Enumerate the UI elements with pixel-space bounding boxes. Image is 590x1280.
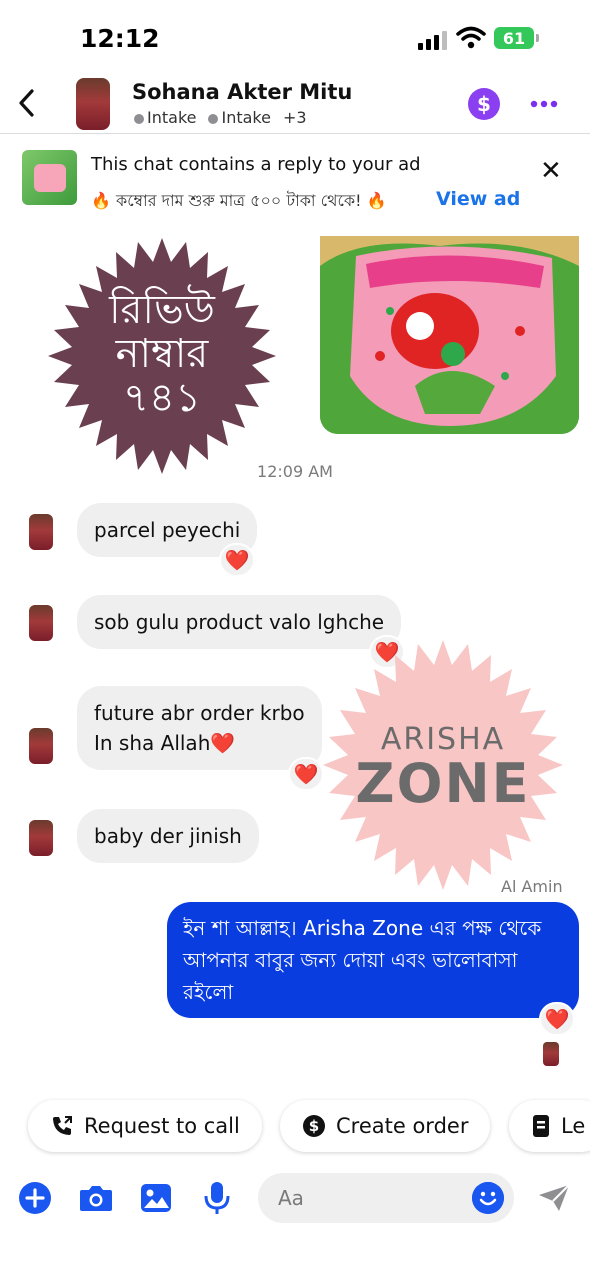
sender-avatar[interactable] [29,514,53,550]
message-bubble-incoming[interactable]: future abr order krbo In sha Allah❤️ [77,686,322,770]
message-timestamp: 12:09 AM [257,462,333,481]
contact-labels[interactable]: Intake Intake +3 [134,108,307,127]
dollar-circle-icon: $ [303,1115,325,1137]
sender-avatar[interactable] [29,728,53,764]
heart-reaction[interactable]: ❤️ [539,1002,575,1036]
label-dot-icon [134,113,144,124]
document-icon [533,1115,549,1137]
cellular-signal-icon [418,31,447,50]
heart-reaction[interactable]: ❤️ [288,757,324,791]
sender-avatar[interactable] [29,820,53,856]
create-order-button[interactable]: $ Create order [280,1100,491,1152]
label-dot-icon [208,113,219,124]
microphone-icon[interactable] [199,1180,235,1216]
status-time: 12:12 [80,24,160,53]
ad-thumbnail[interactable] [22,150,77,205]
gallery-icon[interactable] [138,1180,174,1216]
message-bubble-outgoing[interactable]: ইন শা আল্লাহ। Arisha Zone এর পক্ষ থেকে আ… [167,902,579,1018]
message-bubble-incoming[interactable]: baby der jinish [77,809,259,863]
battery-indicator: 61 [494,27,539,49]
heart-reaction[interactable]: ❤️ [219,543,255,577]
quick-actions-bar: Request to call $ Create order Le [0,1100,590,1154]
lead-form-button[interactable]: Le [509,1100,590,1152]
watermark-line2: ZONE [355,752,531,815]
status-bar: 12:12 61 [0,0,590,70]
sender-avatar[interactable] [29,605,53,641]
contact-avatar[interactable] [76,78,110,130]
ad-banner-title: This chat contains a reply to your ad [91,154,421,175]
extra-labels-count: +3 [282,108,307,127]
plus-icon[interactable] [17,1180,53,1216]
close-icon[interactable]: ✕ [540,156,562,186]
label-tag: Intake [208,108,271,127]
send-icon[interactable] [536,1180,572,1216]
svg-text:$: $ [309,1117,319,1135]
view-ad-link[interactable]: View ad [436,188,520,210]
read-receipt-avatar [543,1042,559,1066]
sender-name: Al Amin [501,877,563,896]
camera-icon[interactable] [78,1180,114,1216]
label-tag: Intake [134,108,196,127]
contact-name[interactable]: Sohana Akter Mitu [132,80,352,104]
message-composer [0,1170,590,1226]
emoji-icon[interactable] [472,1182,504,1214]
ad-banner-subtitle: 🔥 কম্বোর দাম শুরু মাত্র ৫০০ টাকা থেকে! 🔥 [91,191,387,210]
wifi-icon [456,26,486,49]
back-arrow-icon[interactable] [14,86,42,120]
review-badge-text: রিভিউ নাম্বার ৭৪১ [109,287,215,421]
product-photo[interactable] [320,236,579,434]
phone-icon [53,1116,72,1135]
request-to-call-button[interactable]: Request to call [28,1100,262,1152]
more-options-icon[interactable] [530,90,558,118]
chat-header: Sohana Akter Mitu Intake Intake +3 $ [0,72,590,134]
ad-reply-banner: This chat contains a reply to your ad 🔥 … [0,140,590,220]
payment-button[interactable]: $ [468,88,500,120]
